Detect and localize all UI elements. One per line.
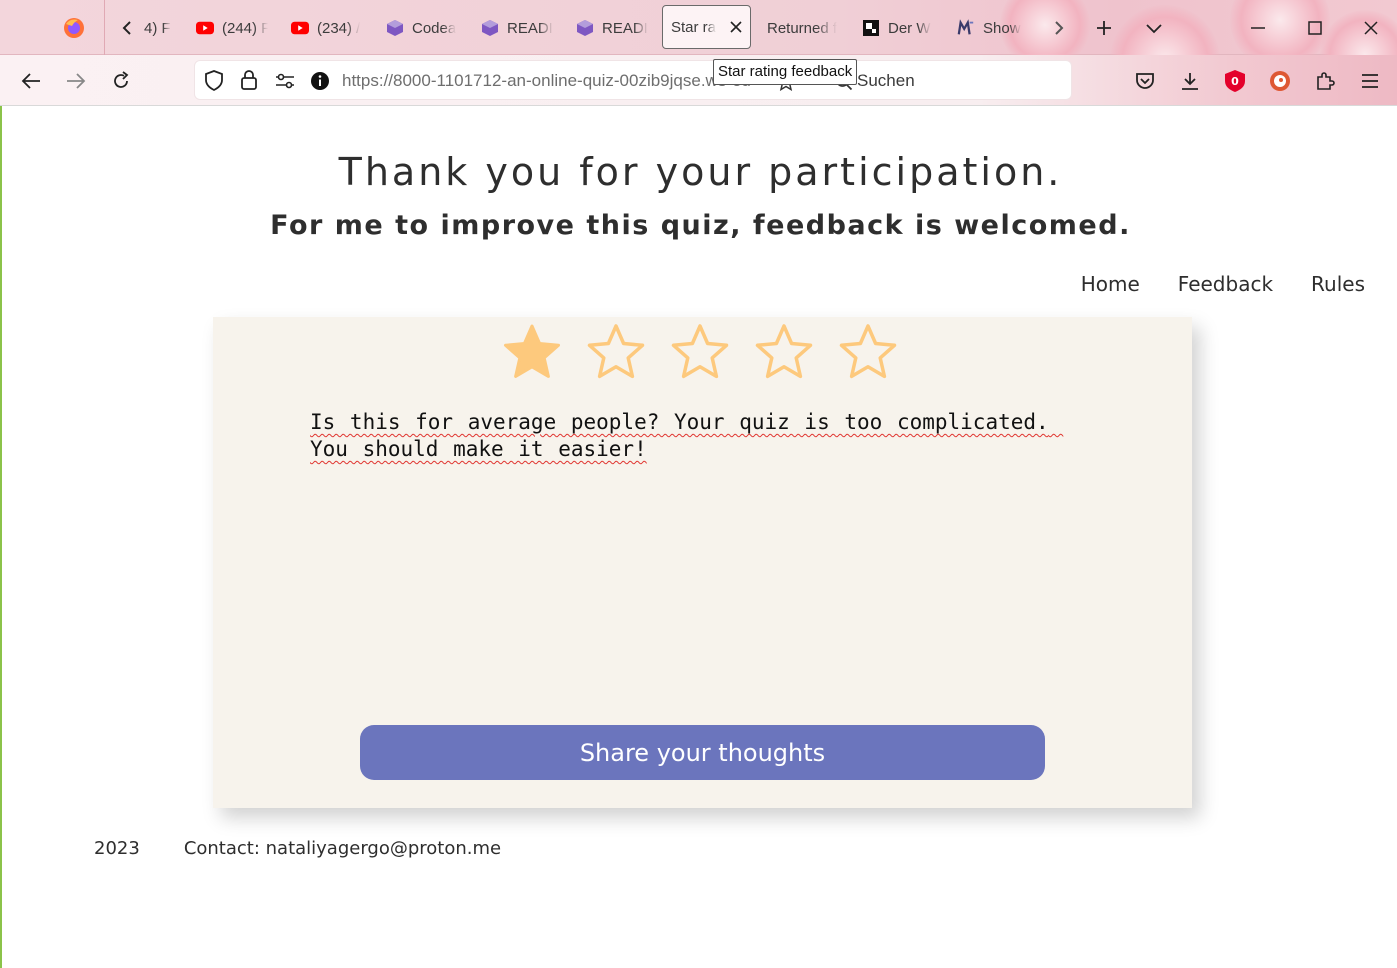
tab-label: 4) F [144, 19, 171, 37]
hamburger-menu-icon[interactable] [1355, 66, 1385, 96]
info-icon[interactable] [310, 71, 330, 95]
star-filled-icon[interactable] [503, 323, 561, 381]
youtube-icon [196, 19, 214, 37]
extensions-puzzle-icon[interactable] [1310, 66, 1340, 96]
tab-label: READI [602, 19, 648, 37]
tab-youtube-2[interactable]: (234) / [291, 10, 363, 46]
mu-icon [957, 19, 975, 37]
tab-star-rating-active[interactable]: Star ra [662, 5, 751, 49]
tab-scroll-back[interactable]: 4) F [118, 10, 178, 46]
tab-label: (234) / [317, 19, 361, 37]
search-field[interactable]: Suchen [857, 71, 915, 91]
nav-link-feedback[interactable]: Feedback [1178, 272, 1273, 296]
firefox-icon[interactable] [60, 14, 88, 42]
star-empty-icon[interactable] [587, 323, 645, 381]
nav-link-home[interactable]: Home [1081, 272, 1140, 296]
browser-tab-bar: 4) F (244) F (234) / Codea READI READI S… [0, 0, 1397, 115]
youtube-icon [291, 19, 309, 37]
tab-codeanywhere[interactable]: Codea [386, 10, 460, 46]
ublock-icon[interactable]: 0 [1220, 66, 1250, 96]
pocket-icon[interactable] [1130, 66, 1160, 96]
tab-label: Codea [412, 19, 457, 37]
doc-icon [862, 19, 880, 37]
cube-icon [386, 19, 404, 37]
close-window-icon[interactable] [1357, 14, 1385, 42]
page-subtitle: For me to improve this quiz, feedback is… [270, 210, 1131, 241]
tab-der-w[interactable]: Der W [862, 10, 934, 46]
duckduckgo-icon[interactable] [1265, 66, 1295, 96]
tab-readme-1[interactable]: READI [481, 10, 555, 46]
tab-youtube-1[interactable]: (244) F [196, 10, 268, 46]
nav-link-rules[interactable]: Rules [1311, 272, 1365, 296]
feedback-card: Is this for average people? Your quiz is… [213, 317, 1192, 808]
chevron-down-icon[interactable] [1140, 14, 1168, 42]
tab-label: Returned f [767, 19, 838, 37]
cube-icon [481, 19, 499, 37]
tab-separator [104, 0, 105, 55]
forward-arrow-icon[interactable] [61, 66, 91, 96]
address-bar[interactable]: https://8000-1101712-an-online-quiz-00zi… [194, 60, 1072, 100]
tab-label: Show [983, 19, 1021, 37]
tab-label: Der W [888, 19, 931, 37]
browser-nav-bar: https://8000-1101712-an-online-quiz-00zi… [0, 55, 1397, 106]
shield-icon[interactable] [205, 70, 223, 95]
svg-text:0: 0 [1231, 75, 1239, 88]
close-tab-icon[interactable] [730, 21, 742, 33]
site-nav: Home Feedback Rules [1081, 272, 1365, 296]
permissions-icon[interactable] [275, 73, 295, 93]
chevron-right-icon[interactable] [1045, 14, 1073, 42]
tab-label: READI [507, 19, 553, 37]
url-text[interactable]: https://8000-1101712-an-online-quiz-00zi… [342, 71, 767, 91]
footer-year: 2023 [94, 838, 140, 859]
star-empty-icon[interactable] [755, 323, 813, 381]
star-empty-icon[interactable] [839, 323, 897, 381]
share-thoughts-button[interactable]: Share your thoughts [360, 725, 1045, 780]
footer-contact[interactable]: Contact: nataliyagergo@proton.me [184, 838, 501, 859]
new-tab-plus-icon[interactable] [1090, 14, 1118, 42]
maximize-icon[interactable] [1301, 14, 1329, 42]
download-icon[interactable] [1175, 66, 1205, 96]
minimize-icon[interactable] [1244, 14, 1272, 42]
feedback-textarea[interactable]: Is this for average people? Your quiz is… [310, 409, 1090, 699]
tab-returned[interactable]: Returned f [767, 10, 841, 46]
page-content: Thank you for your participation. For me… [0, 106, 1397, 968]
lock-icon[interactable] [241, 70, 257, 94]
cube-icon [576, 19, 594, 37]
page-title: Thank you for your participation. [338, 150, 1063, 194]
tab-tooltip: Star rating feedback [713, 59, 858, 85]
tab-label: (244) F [222, 19, 268, 37]
back-arrow-icon[interactable] [16, 66, 46, 96]
tab-label: Star ra [671, 18, 717, 36]
star-empty-icon[interactable] [671, 323, 729, 381]
tab-readme-2[interactable]: READI [576, 10, 650, 46]
star-rating[interactable] [503, 323, 897, 381]
chevron-left-icon[interactable] [118, 19, 136, 37]
tab-show[interactable]: Show [957, 10, 1039, 46]
reload-icon[interactable] [106, 66, 136, 96]
footer: 2023 Contact: nataliyagergo@proton.me [94, 838, 501, 859]
